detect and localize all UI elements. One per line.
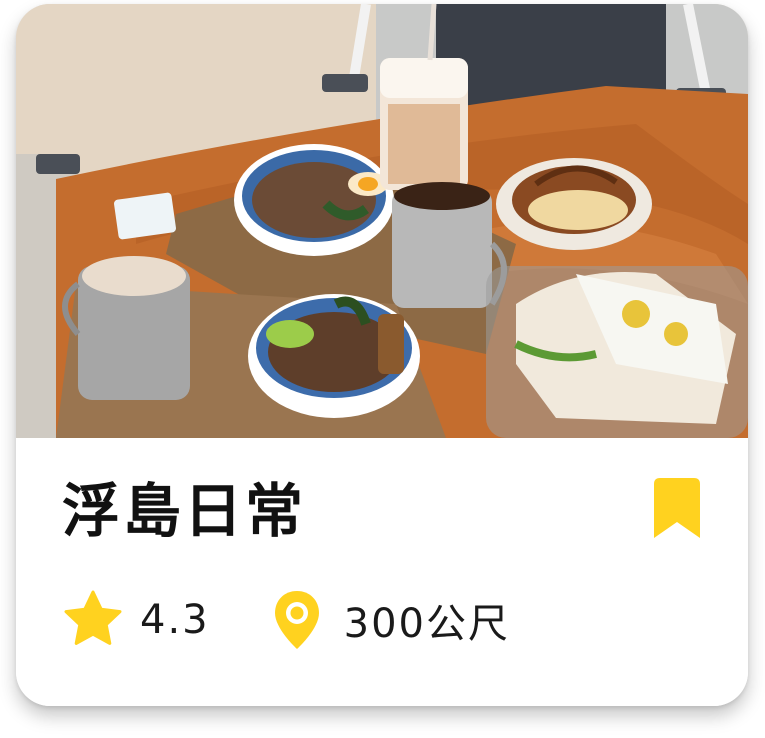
meta-row: 4.3 300公尺	[62, 588, 510, 652]
distance-value: 300公尺	[343, 601, 510, 647]
star-icon	[62, 589, 124, 651]
card-info: 浮島日常 4.3 300公尺	[16, 438, 748, 706]
restaurant-photo	[16, 4, 748, 438]
rating: 4.3	[62, 589, 210, 651]
distance: 300公尺	[266, 589, 510, 651]
stage: 浮島日常 4.3 300公尺	[0, 0, 765, 738]
location-pin-icon	[266, 589, 328, 651]
bookmark-icon[interactable]	[654, 478, 700, 538]
restaurant-card[interactable]: 浮島日常 4.3 300公尺	[16, 4, 748, 706]
restaurant-name: 浮島日常	[62, 477, 307, 545]
rating-value: 4.3	[140, 597, 210, 643]
